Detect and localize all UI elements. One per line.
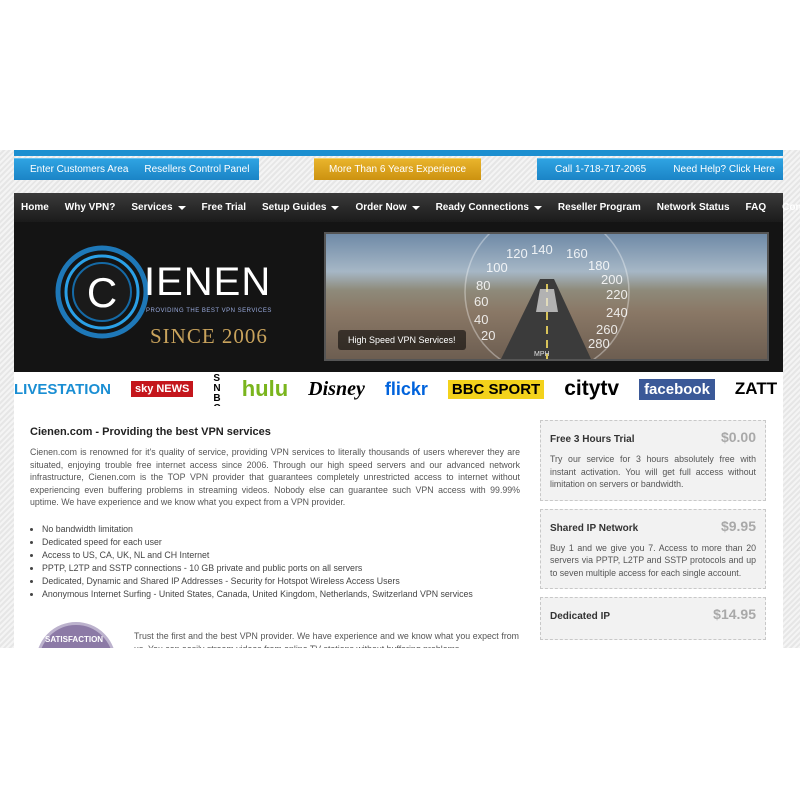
nav-order-now[interactable]: Order Now [355, 202, 420, 213]
nav-home-label: Home [21, 202, 49, 213]
speed-label: 140 [531, 242, 553, 257]
speed-label: 180 [588, 258, 610, 273]
speed-label: 80 [476, 278, 490, 293]
caret-down-icon [533, 205, 542, 210]
plan-card[interactable]: Shared IP Network $9.95 Buy 1 and we give… [540, 508, 766, 589]
plan-name: Shared IP Network [550, 522, 639, 534]
speed-label: 200 [601, 272, 623, 287]
caret-down-icon [177, 205, 186, 210]
speed-label: 120 [506, 246, 528, 261]
badge-label: SATISFACTION [45, 635, 104, 644]
nav-contact-us-label: Contact Us [782, 202, 800, 213]
nav-services[interactable]: Services [131, 202, 186, 213]
resellers-panel-link[interactable]: Resellers Control Panel [136, 164, 257, 175]
nav-faq-label: FAQ [745, 202, 767, 213]
satisfaction-badge: SATISFACTION [36, 622, 116, 648]
nav-why-vpn[interactable]: Why VPN? [65, 202, 116, 213]
plan-card[interactable]: Free 3 Hours Trial $0.00 Try our service … [540, 420, 766, 501]
flickr-logo: flickr [384, 378, 428, 399]
speed-label: 260 [596, 322, 618, 337]
plan-name: Free 3 Hours Trial [550, 434, 635, 445]
feature-item: Dedicated speed for each user [42, 536, 520, 549]
nav-network-status-label: Network Status [656, 202, 730, 213]
nav-ready-connections[interactable]: Ready Connections [436, 202, 542, 213]
plan-description: Buy 1 and we give you 7. Access to more … [550, 542, 756, 578]
nav-faq[interactable]: FAQ [746, 202, 767, 213]
feature-item: Anonymous Internet Surfing - United Stat… [42, 588, 520, 601]
hero-caption: High Speed VPN Services! [338, 330, 466, 350]
nav-network-status[interactable]: Network Status [657, 202, 730, 213]
nav-reseller-program-label: Reseller Program [557, 202, 641, 213]
top-left-button-group: Enter Customers Area Resellers Control P… [14, 158, 259, 180]
experience-banner[interactable]: More Than 6 Years Experience [314, 158, 481, 180]
nav-services-label: Services [131, 202, 173, 213]
disney-logo: Disney [308, 377, 365, 400]
livestation-logo: LIVESTATION [14, 380, 111, 398]
main-content: Cienen.com - Providing the best VPN serv… [14, 406, 783, 648]
bbcsport-logo: BBC SPORT [447, 379, 545, 399]
speed-label: 220 [606, 287, 628, 302]
content-left-column: Cienen.com - Providing the best VPN serv… [30, 426, 520, 601]
trust-paragraph: Trust the first and the best VPN provide… [134, 631, 519, 648]
nav-setup-guides[interactable]: Setup Guides [261, 202, 340, 213]
msnbc-logo: MSNBC [213, 372, 221, 406]
logo-letter: C [87, 269, 117, 316]
nav-home[interactable]: Home [21, 202, 49, 213]
logo-tagline: PROVIDING THE BEST VPN SERVICES [146, 308, 272, 314]
feature-item: Access to US, CA, UK, NL and CH Internet [42, 549, 520, 562]
speed-unit: MPH [534, 351, 550, 358]
nav-free-trial-label: Free Trial [201, 202, 246, 213]
experience-label: More Than 6 Years Experience [328, 164, 467, 175]
nav-free-trial[interactable]: Free Trial [202, 202, 246, 213]
customers-area-link[interactable]: Enter Customers Area [14, 164, 136, 175]
top-right-button-group: Call 1-718-717-2065 Need Help? Click Her… [537, 158, 783, 180]
site-header: C IENEN PROVIDING THE BEST VPN SERVICES … [14, 222, 783, 372]
speed-label: 60 [474, 294, 488, 309]
nav-reseller-program[interactable]: Reseller Program [558, 202, 641, 213]
hero-banner[interactable]: 140 160 180 200 220 240 260 280 120 100 … [324, 232, 769, 361]
citytv-logo: citytv [564, 377, 620, 400]
plan-price: $14.95 [713, 606, 756, 622]
speed-label: 40 [474, 312, 488, 327]
facebook-logo: facebook [639, 378, 715, 400]
feature-item: No bandwidth limitation [42, 523, 520, 536]
intro-paragraph: Cienen.com is renowned for it's quality … [30, 447, 520, 507]
feature-item: PPTP, L2TP and SSTP connections - 10 GB … [42, 562, 520, 575]
feature-item: Dedicated, Dynamic and Shared IP Address… [42, 575, 520, 588]
nav-contact-us[interactable]: Contact Us [782, 202, 800, 213]
speed-label: 100 [486, 260, 508, 275]
speed-label: 160 [566, 246, 588, 261]
feature-list: No bandwidth limitation Dedicated speed … [30, 523, 520, 601]
nav-setup-guides-label: Setup Guides [261, 202, 327, 213]
page-title: Cienen.com - Providing the best VPN serv… [30, 426, 271, 438]
plan-description: Try our service for 3 hours absolutely f… [550, 454, 756, 489]
site-logo[interactable]: C IENEN PROVIDING THE BEST VPN SERVICES … [54, 244, 294, 352]
brand-logo-strip: LIVESTATION sky NEWS MSNBC hulu Disney f… [14, 372, 783, 406]
speed-label: 240 [606, 305, 628, 320]
help-link[interactable]: Need Help? Click Here [665, 164, 783, 175]
nav-ready-connections-label: Ready Connections [435, 202, 529, 213]
skynews-logo: sky NEWS [130, 381, 194, 397]
logo-wordmark: IENEN [144, 260, 272, 304]
nav-why-vpn-label: Why VPN? [64, 202, 116, 213]
speed-label: 20 [481, 328, 495, 343]
pricing-sidebar: Free 3 Hours Trial $0.00 Try our service … [540, 420, 766, 648]
main-nav: Home Why VPN? Services Free Trial Setup … [14, 193, 800, 222]
hulu-logo: hulu [241, 376, 289, 401]
nav-order-now-label: Order Now [355, 202, 407, 213]
caret-down-icon [411, 205, 420, 210]
plan-name: Dedicated IP [550, 611, 611, 622]
zattoo-logo: ZATT [734, 379, 778, 398]
top-accent-bar [14, 150, 783, 156]
logo-ring-icon: C [55, 245, 149, 339]
page-viewport: Enter Customers Area Resellers Control P… [0, 150, 800, 648]
plan-price: $0.00 [720, 429, 756, 445]
plan-price: $9.95 [720, 517, 756, 534]
plan-card[interactable]: Dedicated IP $14.95 [540, 597, 766, 640]
caret-down-icon [331, 205, 340, 210]
logo-since: SINCE 2006 [150, 324, 268, 348]
speed-label: 280 [588, 336, 610, 351]
phone-link[interactable]: Call 1-718-717-2065 [537, 164, 654, 175]
